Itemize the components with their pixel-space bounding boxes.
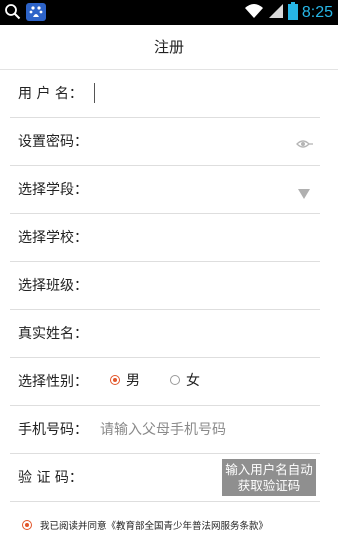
stage-label: 选择学段：	[18, 182, 88, 198]
agreement-text: 我已阅读并同意《教育部全国青少年普法网服务条款》	[40, 521, 269, 532]
phone-row: 手机号码： 请输入父母手机号码	[10, 405, 320, 454]
eye-icon[interactable]	[296, 135, 314, 154]
stage-row[interactable]: 选择学段：	[10, 165, 320, 214]
gender-row: 选择性别： 男 女	[10, 357, 320, 406]
radio-checked-icon[interactable]	[110, 375, 120, 385]
gender-male-label: 男	[126, 373, 140, 389]
text-cursor	[94, 83, 95, 103]
school-label: 选择学校：	[18, 230, 88, 246]
code-row: 验 证 码： 输入用户名自动 获取验证码	[10, 453, 320, 502]
triangle-down-icon[interactable]	[298, 184, 310, 203]
gender-female-option[interactable]: 女	[170, 370, 200, 390]
password-input[interactable]	[98, 117, 320, 165]
class-label: 选择班级：	[18, 278, 88, 294]
gender-radio-group: 男 女	[110, 370, 230, 390]
agreement[interactable]: 我已阅读并同意《教育部全国青少年普法网服务条款》	[22, 518, 268, 532]
get-code-button[interactable]: 输入用户名自动 获取验证码	[222, 459, 316, 496]
school-row[interactable]: 选择学校：	[10, 213, 320, 262]
wifi-icon	[244, 3, 264, 23]
username-label: 用 户 名：	[18, 86, 83, 102]
phone-placeholder: 请输入父母手机号码	[100, 422, 226, 438]
battery-icon	[287, 2, 298, 24]
password-label: 设置密码：	[18, 134, 88, 150]
get-code-button-line2: 获取验证码	[237, 477, 301, 493]
username-row: 用 户 名：	[10, 69, 320, 118]
agreement-radio-icon[interactable]	[22, 520, 32, 530]
realname-label: 真实姓名：	[18, 326, 88, 342]
status-bar: 8:25	[0, 0, 338, 25]
phone-label: 手机号码：	[18, 422, 88, 438]
realname-row: 真实姓名：	[10, 309, 320, 358]
title-bar: 注册	[0, 25, 338, 70]
search-icon	[4, 3, 22, 21]
get-code-button-line1: 输入用户名自动	[225, 461, 313, 477]
code-label: 验 证 码：	[18, 470, 83, 486]
class-row[interactable]: 选择班级：	[10, 261, 320, 310]
gender-label: 选择性别：	[18, 374, 88, 390]
radio-unchecked-icon[interactable]	[170, 375, 180, 385]
signal-icon	[268, 3, 284, 23]
clock-time: 8:25	[301, 4, 333, 21]
gender-male-option[interactable]: 男	[110, 370, 140, 390]
gender-female-label: 女	[186, 373, 200, 389]
realname-input[interactable]	[98, 309, 320, 357]
app-icon	[26, 3, 46, 21]
page-title: 注册	[153, 38, 184, 56]
username-input[interactable]	[98, 69, 320, 117]
password-row: 设置密码：	[10, 117, 320, 166]
